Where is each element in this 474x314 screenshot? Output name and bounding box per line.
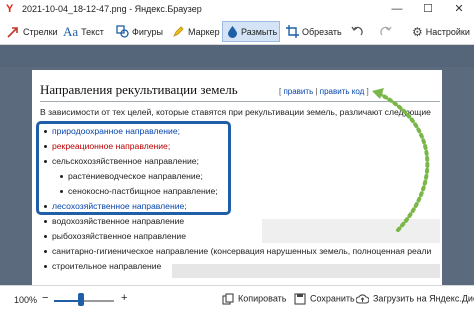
canvas-top-strip <box>0 45 474 67</box>
crop-icon <box>286 25 299 38</box>
redo-icon <box>380 26 392 36</box>
editor-toolbar: Стрелки Aa Текст Фигуры Маркер Размыть О… <box>0 19 474 45</box>
shapes-tool[interactable]: Фигуры <box>116 21 163 42</box>
text-tool[interactable]: Aa Текст <box>63 21 104 42</box>
minimize-button[interactable]: — <box>382 0 412 19</box>
text-icon: Aa <box>63 23 79 39</box>
zoom-level: 100% <box>14 295 38 305</box>
undo-icon <box>351 26 363 36</box>
blurred-region <box>172 264 440 278</box>
list-item: строительное направление <box>44 261 161 271</box>
save-button[interactable]: Сохранить <box>294 293 355 305</box>
crop-tool-label: Обрезать <box>302 26 342 37</box>
zoom-slider-handle[interactable] <box>78 293 84 306</box>
bullet <box>44 220 47 224</box>
upload-label: Загрузить на Яндекс.Диск <box>373 293 474 304</box>
list-item: санитарно-гигиеническое направление (кон… <box>44 246 440 256</box>
list-item-text: строительное направление <box>52 261 162 271</box>
arrow-icon <box>7 26 18 38</box>
text-tool-label: Текст <box>81 26 104 37</box>
window-title: 2021-10-04_18-12-47.png - Яндекс.Браузер <box>22 4 202 14</box>
cloud-upload-icon <box>355 294 370 304</box>
marker-tool-label: Маркер <box>188 26 220 37</box>
blur-tool-label: Размыть <box>241 26 278 37</box>
save-icon <box>294 293 306 305</box>
bullet <box>44 235 47 239</box>
copy-label: Копировать <box>238 293 287 304</box>
bottom-bar: 100% − + Копировать Сохранить Загрузить … <box>0 285 474 314</box>
list-item-text: санитарно-гигиеническое направление (кон… <box>52 246 432 256</box>
gear-icon: ⚙ <box>412 24 423 39</box>
crop-tool[interactable]: Обрезать <box>286 21 342 42</box>
dotted-arrow-annotation[interactable] <box>370 85 450 235</box>
marker-icon <box>173 26 184 37</box>
zoom-slider[interactable] <box>54 300 114 302</box>
shapes-tool-label: Фигуры <box>132 26 164 37</box>
list-item: водохозяйственное направление <box>44 216 184 226</box>
redo-button[interactable] <box>379 21 392 42</box>
upload-disk-button[interactable]: Загрузить на Яндекс.Диск <box>355 293 474 305</box>
zoom-slider-fill <box>54 300 81 302</box>
title-bar: Y 2021-10-04_18-12-47.png - Яндекс.Брауз… <box>0 0 474 20</box>
zoom-out-icon[interactable]: − <box>42 292 48 304</box>
section-heading: Направления рекультивации земель <box>40 82 238 97</box>
close-button[interactable]: ✕ <box>444 0 474 19</box>
yandex-browser-icon: Y <box>6 3 14 15</box>
arrows-tool-label: Стрелки <box>23 26 58 37</box>
bullet <box>44 265 47 269</box>
edit-code-link[interactable]: править код <box>320 87 365 96</box>
zoom-in-icon[interactable]: + <box>121 292 127 304</box>
arrows-tool[interactable]: Стрелки <box>6 21 58 42</box>
drop-icon <box>228 26 237 38</box>
list-item-text: рыбохозяйственное направление <box>52 231 186 241</box>
copy-button[interactable]: Копировать <box>222 293 286 305</box>
list-item: рыбохозяйственное направление <box>44 231 186 241</box>
blur-tool[interactable]: Размыть <box>222 21 280 42</box>
marker-tool[interactable]: Маркер <box>172 21 220 42</box>
settings-button[interactable]: ⚙ Настройки <box>412 21 470 42</box>
edit-links: [ править | править код ] <box>279 87 369 96</box>
highlight-rectangle[interactable] <box>36 121 231 215</box>
maximize-button[interactable]: ☐ <box>413 0 443 19</box>
shapes-icon <box>116 25 129 38</box>
list-item-text: водохозяйственное направление <box>52 216 185 226</box>
edit-bracket-close: ] <box>364 87 369 96</box>
edit-link[interactable]: править <box>283 87 313 96</box>
save-label: Сохранить <box>310 293 355 304</box>
undo-button[interactable] <box>351 21 364 42</box>
settings-label: Настройки <box>425 26 470 37</box>
copy-icon <box>222 293 234 305</box>
bullet <box>44 250 47 254</box>
